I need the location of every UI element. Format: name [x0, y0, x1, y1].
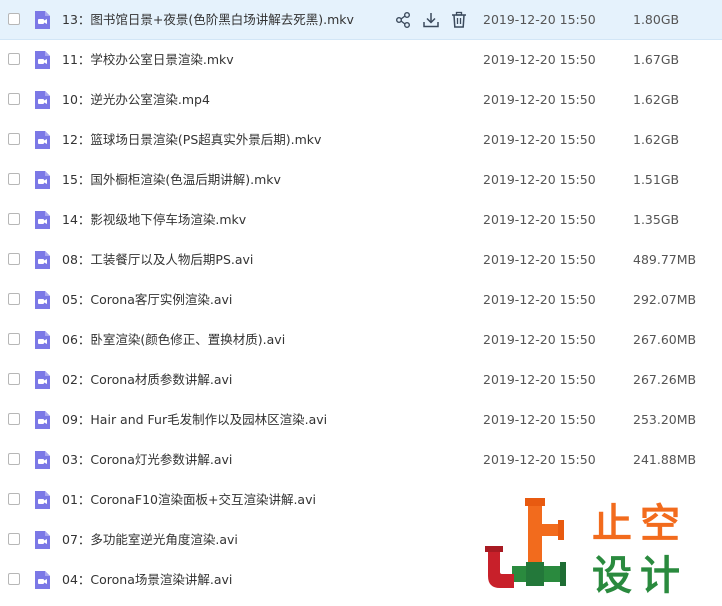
- file-row[interactable]: 11：学校办公室日景渲染.mkv 2019-12-20 15:50 1.67GB: [0, 40, 722, 80]
- file-name[interactable]: 07：多功能室逆光角度渲染.avi: [62, 520, 238, 560]
- file-row[interactable]: 12：篮球场日景渲染(PS超真实外景后期).mkv 2019-12-20 15:5…: [0, 120, 722, 160]
- file-date: 2019-12-20 15:50: [483, 92, 596, 107]
- file-date: 2019-12-20 15:50: [483, 12, 596, 27]
- file-size: 1.51GB: [633, 172, 680, 187]
- file-date: 2019-12-20 15:50: [483, 292, 596, 307]
- file-name[interactable]: 12：篮球场日景渲染(PS超真实外景后期).mkv: [62, 120, 321, 160]
- video-file-icon: [32, 330, 52, 350]
- file-date: 2019-12-20 15:50: [483, 52, 596, 67]
- delete-icon[interactable]: [450, 11, 468, 29]
- file-name[interactable]: 13：图书馆日景+夜景(色阶黑白场讲解去死黑).mkv: [62, 0, 354, 40]
- file-date: 2019-12-20 15:50: [483, 172, 596, 187]
- file-size: 241.88MB: [633, 452, 697, 467]
- file-size: 253.20MB: [633, 412, 697, 427]
- file-name[interactable]: 11：学校办公室日景渲染.mkv: [62, 40, 234, 80]
- file-name[interactable]: 04：Corona场景渲染讲解.avi: [62, 560, 232, 600]
- video-file-icon: [32, 130, 52, 150]
- file-name[interactable]: 06：卧室渲染(颜色修正、置换材质).avi: [62, 320, 285, 360]
- file-size: 267.26MB: [633, 372, 697, 387]
- file-row[interactable]: 10：逆光办公室渲染.mp4 2019-12-20 15:50 1.62GB: [0, 80, 722, 120]
- row-checkbox[interactable]: [8, 333, 20, 345]
- video-file-icon: [32, 410, 52, 430]
- video-file-icon: [32, 290, 52, 310]
- video-file-icon: [32, 170, 52, 190]
- file-size: 1.80GB: [633, 12, 680, 27]
- file-name[interactable]: 15：国外橱柜渲染(色温后期讲解).mkv: [62, 160, 281, 200]
- file-row[interactable]: 05：Corona客厅实例渲染.avi 2019-12-20 15:50 292.0…: [0, 280, 722, 320]
- file-size: 1.35GB: [633, 212, 680, 227]
- file-name[interactable]: 09：Hair and Fur毛发制作以及园林区渲染.avi: [62, 400, 327, 440]
- row-checkbox[interactable]: [8, 133, 20, 145]
- row-checkbox[interactable]: [8, 173, 20, 185]
- video-file-icon: [32, 530, 52, 550]
- share-icon[interactable]: [394, 11, 412, 29]
- row-checkbox[interactable]: [8, 253, 20, 265]
- file-name[interactable]: 14：影视级地下停车场渲染.mkv: [62, 200, 246, 240]
- file-name[interactable]: 10：逆光办公室渲染.mp4: [62, 80, 210, 120]
- file-size: 1.67GB: [633, 52, 680, 67]
- watermark-logo: 止空 设计: [482, 496, 718, 604]
- file-date: 2019-12-20 15:50: [483, 332, 596, 347]
- file-row[interactable]: 09：Hair and Fur毛发制作以及园林区渲染.avi 2019-12-20…: [0, 400, 722, 440]
- row-checkbox[interactable]: [8, 293, 20, 305]
- watermark-text-line2: 设计: [592, 553, 688, 599]
- file-row[interactable]: 13：图书馆日景+夜景(色阶黑白场讲解去死黑).mkv 2019-12-20 15…: [0, 0, 722, 40]
- file-date: 2019-12-20 15:50: [483, 132, 596, 147]
- file-date: 2019-12-20 15:50: [483, 252, 596, 267]
- row-actions: [394, 11, 470, 29]
- row-checkbox[interactable]: [8, 533, 20, 545]
- file-row[interactable]: 15：国外橱柜渲染(色温后期讲解).mkv 2019-12-20 15:50 1.5…: [0, 160, 722, 200]
- file-size: 267.60MB: [633, 332, 697, 347]
- video-file-icon: [32, 210, 52, 230]
- file-size: 292.07MB: [633, 292, 697, 307]
- file-size: 1.62GB: [633, 132, 680, 147]
- row-checkbox[interactable]: [8, 493, 20, 505]
- watermark-text-line1: 止空: [592, 501, 688, 547]
- video-file-icon: [32, 370, 52, 390]
- file-date: 2019-12-20 15:50: [483, 372, 596, 387]
- row-checkbox[interactable]: [8, 373, 20, 385]
- video-file-icon: [32, 450, 52, 470]
- row-checkbox[interactable]: [8, 93, 20, 105]
- video-file-icon: [32, 50, 52, 70]
- file-date: 2019-12-20 15:50: [483, 452, 596, 467]
- row-checkbox[interactable]: [8, 13, 20, 25]
- file-date: 2019-12-20 15:50: [483, 412, 596, 427]
- video-file-icon: [32, 90, 52, 110]
- file-size: 1.62GB: [633, 92, 680, 107]
- row-checkbox[interactable]: [8, 213, 20, 225]
- file-date: 2019-12-20 15:50: [483, 212, 596, 227]
- video-file-icon: [32, 250, 52, 270]
- row-checkbox[interactable]: [8, 53, 20, 65]
- file-name[interactable]: 05：Corona客厅实例渲染.avi: [62, 280, 232, 320]
- download-icon[interactable]: [422, 11, 440, 29]
- row-checkbox[interactable]: [8, 573, 20, 585]
- video-file-icon: [32, 570, 52, 590]
- file-row[interactable]: 08：工装餐厅以及人物后期PS.avi 2019-12-20 15:50 489.7…: [0, 240, 722, 280]
- video-file-icon: [32, 490, 52, 510]
- file-name[interactable]: 01：CoronaF10渲染面板+交互渲染讲解.avi: [62, 480, 316, 520]
- row-checkbox[interactable]: [8, 413, 20, 425]
- file-name[interactable]: 08：工装餐厅以及人物后期PS.avi: [62, 240, 253, 280]
- file-row[interactable]: 06：卧室渲染(颜色修正、置换材质).avi 2019-12-20 15:50 26…: [0, 320, 722, 360]
- file-row[interactable]: 02：Corona材质参数讲解.avi 2019-12-20 15:50 267.2…: [0, 360, 722, 400]
- file-size: 489.77MB: [633, 252, 697, 267]
- file-row[interactable]: 14：影视级地下停车场渲染.mkv 2019-12-20 15:50 1.35GB: [0, 200, 722, 240]
- video-file-icon: [32, 10, 52, 30]
- file-name[interactable]: 03：Corona灯光参数讲解.avi: [62, 440, 232, 480]
- file-row[interactable]: 03：Corona灯光参数讲解.avi 2019-12-20 15:50 241.8…: [0, 440, 722, 480]
- row-checkbox[interactable]: [8, 453, 20, 465]
- file-name[interactable]: 02：Corona材质参数讲解.avi: [62, 360, 232, 400]
